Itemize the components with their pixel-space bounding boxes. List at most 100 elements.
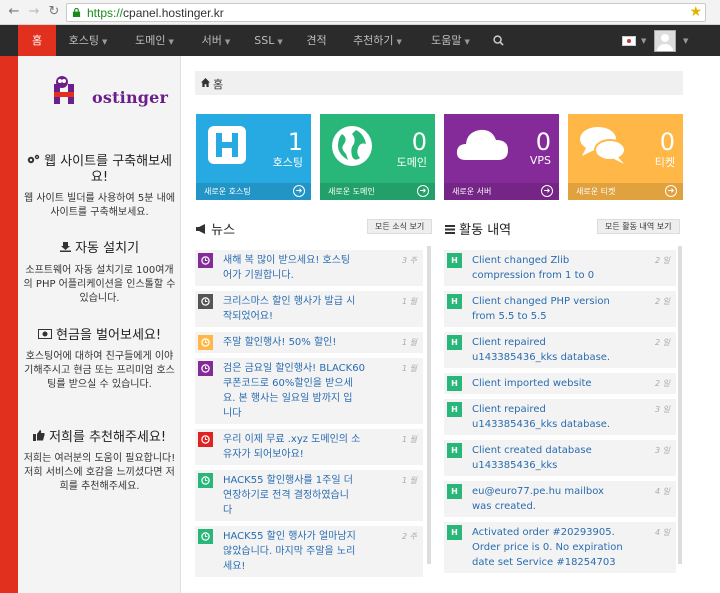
arrow-right-icon: ➜ xyxy=(665,185,677,197)
stat-box-1[interactable]: 0 도메인 새로운 도메인 ➜ xyxy=(320,114,435,200)
activity-item[interactable]: H Client repaired u143385436_kks database.… xyxy=(444,399,676,435)
activity-scrollbar[interactable] xyxy=(678,246,682,564)
hosting-h-icon: H xyxy=(447,294,462,309)
news-item-text[interactable]: 연장하기로 전격 결정하였습니 xyxy=(223,488,349,503)
nav-item-5[interactable]: 견적 xyxy=(294,25,339,56)
news-item-text[interactable]: 다 xyxy=(223,503,232,518)
news-scrollbar[interactable] xyxy=(427,246,431,564)
activity-item[interactable]: H Client repaired u143385436_kks database.… xyxy=(444,332,676,368)
activity-item-time: 3 일 xyxy=(655,405,670,414)
clock-icon xyxy=(198,473,213,488)
activity-item-text: u143385436_kks database. xyxy=(472,352,611,363)
sidebar-text-installer: 소프트웨어 자동 설치기로 100여개의 PHP 어플리케이션을 인스톨할 수 … xyxy=(23,265,176,304)
news-item-text[interactable]: HACK55 할인행사를 1주일 더 xyxy=(223,473,353,488)
news-item[interactable]: 우리 이제 무료 .xyz 도메인의 소 유자가 되어보아요! 1 월 xyxy=(195,429,423,465)
nav-item-label: 도움말 xyxy=(431,34,462,47)
activity-item-text: compression from 1 to 0 xyxy=(472,270,595,281)
chevron-down-icon: ▼ xyxy=(464,38,470,46)
lock-icon xyxy=(72,8,81,17)
news-item-time: 1 월 xyxy=(402,364,417,373)
bookmark-star-icon[interactable]: ★ xyxy=(689,4,702,20)
activity-item[interactable]: H Client created database u143385436_kks 3 … xyxy=(444,440,676,476)
nav-item-0[interactable]: 홈 xyxy=(18,25,56,56)
stat-box-0[interactable]: 1 호스팅 새로운 호스팅 ➜ xyxy=(196,114,311,200)
address-bar[interactable]: https://cpanel.hostinger.kr ★ xyxy=(66,3,706,22)
stat-footer-link[interactable]: 새로운 서버 ➜ xyxy=(444,183,559,200)
activity-item[interactable]: H Activated order #20293905. Order price i… xyxy=(444,522,676,573)
news-item-text[interactable]: 새해 복 많이 받으세요! 호스팅 xyxy=(223,253,350,268)
news-item-text[interactable]: 검은 금요일 할인행사! BLACK60 xyxy=(223,361,365,376)
thumbs-up-icon xyxy=(32,430,45,441)
news-item-time: 1 월 xyxy=(402,297,417,306)
stat-count: 0 xyxy=(411,128,427,156)
stat-footer-label: 새로운 서버 xyxy=(452,187,492,196)
browser-toolbar: ← → ↻ https://cpanel.hostinger.kr ★ xyxy=(0,0,720,25)
stat-footer-link[interactable]: 새로운 호스팅 ➜ xyxy=(196,183,311,200)
left-accent-stripe xyxy=(0,56,18,593)
stat-box-2[interactable]: 0 VPS 새로운 서버 ➜ xyxy=(444,114,559,200)
activity-item[interactable]: H Client imported website 2 일 xyxy=(444,373,676,394)
forward-icon[interactable]: → xyxy=(26,4,42,20)
activity-item-time: 2 일 xyxy=(655,297,670,306)
search-icon[interactable] xyxy=(485,25,511,56)
nav-item-1[interactable]: 호스팅 ▼ xyxy=(56,25,120,56)
activity-item-time: 2 일 xyxy=(655,256,670,265)
avatar[interactable] xyxy=(654,30,676,52)
breadcrumb-home[interactable]: 홈 xyxy=(213,76,223,92)
stat-box-3[interactable]: 0 티켓 새로운 티켓 ➜ xyxy=(568,114,683,200)
news-item-text[interactable]: 세요! xyxy=(223,559,245,574)
hostinger-logo[interactable]: ostinger xyxy=(48,70,168,110)
activity-item[interactable]: Heu@euro77.pe.hu mailbox was created. 4 일 xyxy=(444,481,676,517)
news-item-text[interactable]: 우리 이제 무료 .xyz 도메인의 소 xyxy=(223,432,360,447)
activity-item[interactable]: H Client changed Zlib compression from 1 t… xyxy=(444,250,676,286)
hosting-h-icon xyxy=(206,124,248,169)
news-item-text[interactable]: 요. 본 행사는 일요일 밤까지 입 xyxy=(223,391,352,406)
news-item-text[interactable]: 크리스마스 할인 행사가 발급 시 xyxy=(223,294,355,309)
arrow-right-icon: ➜ xyxy=(541,185,553,197)
news-item-text[interactable]: 어가 기원합니다. xyxy=(223,268,294,283)
reload-icon[interactable]: ↻ xyxy=(46,4,62,20)
news-item[interactable]: 검은 금요일 할인행사! BLACK60 쿠폰코드로 60%할인을 받으세 요. 본… xyxy=(195,358,423,424)
top-navigation: 홈 호스팅 ▼ 도메인 ▼ 서버 ▼ SSL ▼ 견적 추천하기 ▼ 도움말 ▼ xyxy=(0,25,720,56)
back-icon[interactable]: ← xyxy=(6,4,22,20)
chevron-down-icon: ▼ xyxy=(277,38,283,46)
news-item-text[interactable]: 니다 xyxy=(223,406,241,421)
news-item[interactable]: 새해 복 많이 받으세요! 호스팅 어가 기원합니다. 3 주 xyxy=(195,250,423,286)
sidebar-text-recommend: 저희는 여러분의 도움이 필요합니다! 저희 서비스에 호감을 느끼셨다면 저희… xyxy=(23,453,176,492)
hosting-h-icon: H xyxy=(447,525,462,540)
chevron-down-icon: ▼ xyxy=(168,38,174,46)
bullhorn-icon xyxy=(196,224,205,234)
news-item-text[interactable]: 작되었어요! xyxy=(223,309,273,324)
logo-text: ostinger xyxy=(92,88,169,107)
news-item-text[interactable]: 주말 할인행사! 50% 할인! xyxy=(223,335,336,350)
activity-item[interactable]: H Client changed PHP version from 5.5 to 5… xyxy=(444,291,676,327)
stat-count: 0 xyxy=(659,128,675,156)
home-icon[interactable] xyxy=(201,78,210,87)
news-item-time: 3 주 xyxy=(402,256,417,265)
news-item[interactable]: HACK55 할인행사를 1주일 더 연장하기로 전격 결정하였습니 다 1 월 xyxy=(195,470,423,521)
news-item-time: 1 월 xyxy=(402,476,417,485)
nav-item-4[interactable]: SSL ▼ xyxy=(243,25,294,56)
all-news-button[interactable]: 모든 소식 보기 xyxy=(367,219,433,234)
stat-footer-link[interactable]: 새로운 티켓 ➜ xyxy=(568,183,683,200)
all-activity-button[interactable]: 모든 활동 내역 보기 xyxy=(597,219,680,234)
nav-item-3[interactable]: 서버 ▼ xyxy=(189,25,243,56)
news-item[interactable]: 주말 할인행사! 50% 할인! 1 월 xyxy=(195,332,423,353)
sidebar-heading-earn: 현금을 벌어보세요! xyxy=(22,328,177,344)
nav-item-6[interactable]: 추천하기 ▼ xyxy=(339,25,416,56)
news-item-text[interactable]: 쿠폰코드로 60%할인을 받으세 xyxy=(223,376,353,391)
nav-item-2[interactable]: 도메인 ▼ xyxy=(120,25,189,56)
news-item[interactable]: 크리스마스 할인 행사가 발급 시 작되었어요! 1 월 xyxy=(195,291,423,327)
activity-item-text: Client changed PHP version xyxy=(472,296,610,307)
news-item[interactable]: HACK55 할인 행사가 얼마남지 않았습니다. 마지막 주말을 노리 세요! 2 … xyxy=(195,526,423,577)
stat-footer-link[interactable]: 새로운 도메인 ➜ xyxy=(320,183,435,200)
nav-item-7[interactable]: 도움말 ▼ xyxy=(416,25,485,56)
user-menu-chevron-down-icon[interactable]: ▼ xyxy=(683,37,688,45)
news-item-text[interactable]: 유자가 되어보아요! xyxy=(223,447,304,462)
news-item-text[interactable]: HACK55 할인 행사가 얼마남지 xyxy=(223,529,356,544)
language-chevron-down-icon[interactable]: ▼ xyxy=(641,37,646,45)
news-item-text[interactable]: 않았습니다. 마지막 주말을 노리 xyxy=(223,544,355,559)
nav-item-label: 호스팅 xyxy=(68,34,99,47)
activity-item-text: Client changed Zlib xyxy=(472,255,570,266)
korea-flag-icon[interactable] xyxy=(622,36,636,46)
